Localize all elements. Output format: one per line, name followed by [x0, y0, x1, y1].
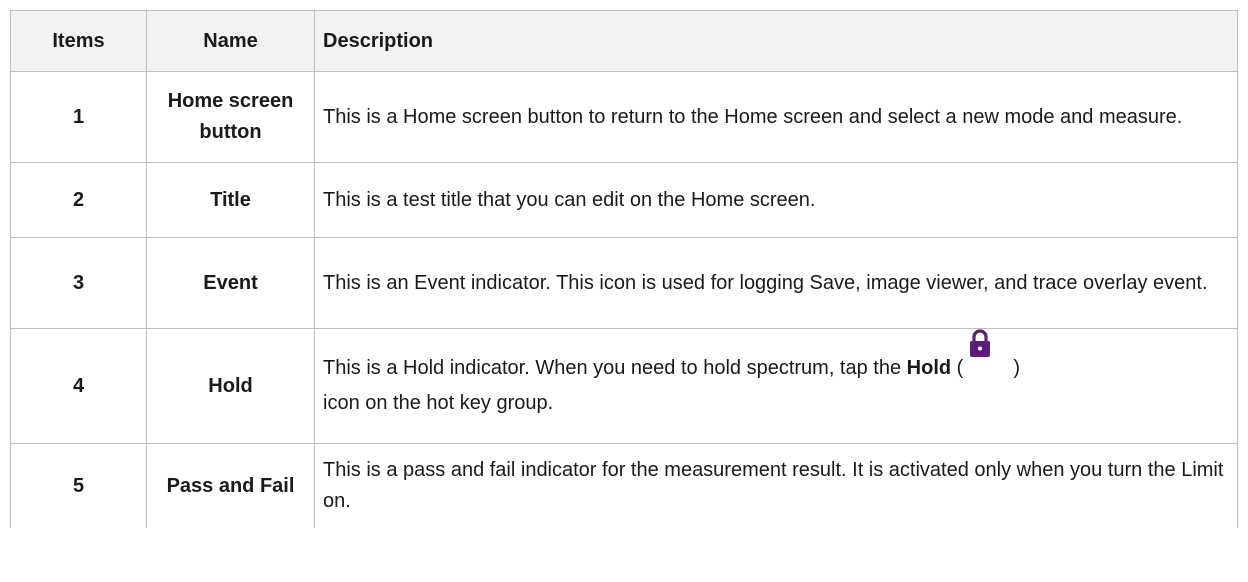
item-name: Hold — [146, 328, 315, 444]
table-row: 2 Title This is a test title that you ca… — [10, 162, 1238, 238]
header-row: Items Name Description — [10, 10, 1238, 72]
item-number: 5 — [10, 443, 147, 528]
header-description: Description — [314, 10, 1238, 72]
lock-icon — [965, 329, 995, 388]
item-number: 1 — [10, 71, 147, 163]
item-description: This is a Hold indicator. When you need … — [314, 328, 1238, 444]
header-name: Name — [146, 10, 315, 72]
item-description: This is an Event indicator. This icon is… — [314, 237, 1238, 329]
item-number: 3 — [10, 237, 147, 329]
item-description: This is a pass and fail indicator for th… — [314, 443, 1238, 528]
item-description: This is a test title that you can edit o… — [314, 162, 1238, 238]
table-row: 1 Home screen button This is a Home scre… — [10, 71, 1238, 163]
item-name: Title — [146, 162, 315, 238]
table-row: 4 Hold This is a Hold indicator. When yo… — [10, 328, 1238, 444]
hold-open-paren: ( — [951, 357, 964, 379]
hold-description-text: This is a Hold indicator. When you need … — [323, 357, 907, 379]
hold-keyword: Hold — [906, 357, 952, 379]
item-number: 2 — [10, 162, 147, 238]
item-description: This is a Home screen button to return t… — [314, 71, 1238, 163]
item-name: Pass and Fail — [146, 443, 315, 528]
table-row: 5 Pass and Fail This is a pass and fail … — [10, 443, 1238, 528]
item-name: Event — [146, 237, 315, 329]
item-name: Home screen button — [146, 71, 315, 163]
hold-description-text-2: icon on the hot key group. — [323, 392, 554, 414]
reference-table: Items Name Description 1 Home screen but… — [10, 10, 1238, 528]
item-number: 4 — [10, 328, 147, 444]
header-items: Items — [10, 10, 147, 72]
hold-close-paren: ) — [1013, 357, 1020, 379]
table-row: 3 Event This is an Event indicator. This… — [10, 237, 1238, 329]
